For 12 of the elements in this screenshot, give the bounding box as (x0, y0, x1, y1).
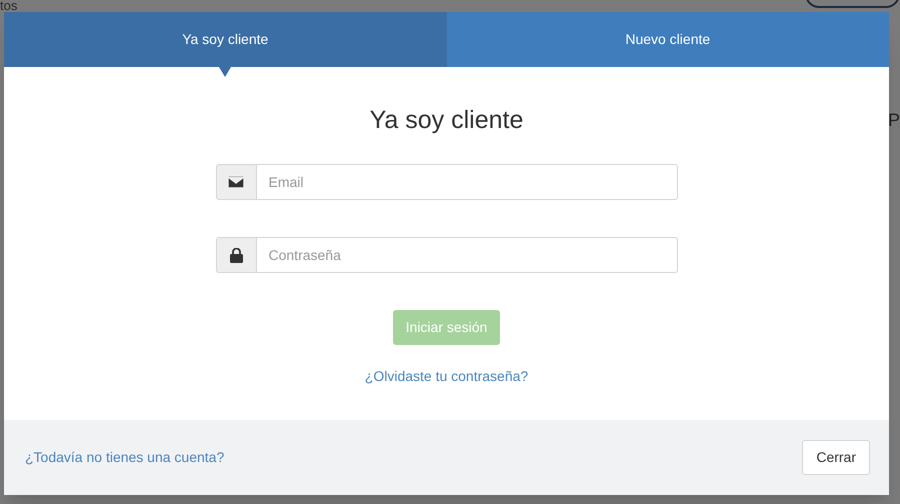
email-field[interactable]: Email (256, 164, 678, 200)
forgot-password-link[interactable]: ¿Olvidaste tu contraseña? (364, 366, 528, 387)
password-field[interactable]: Contraseña (256, 237, 678, 273)
envelope-icon (228, 176, 244, 188)
tab[interactable]: Nuevo cliente (446, 12, 889, 67)
padlock-icon (230, 248, 242, 262)
page-heading: tos (0, 0, 18, 12)
close-button[interactable]: Cerrar (802, 440, 870, 475)
signup-link[interactable]: ¿Todavía no tienes una cuenta? (25, 447, 224, 468)
column-header: P (888, 110, 900, 130)
tab-pointer (219, 67, 232, 77)
form-title: Ya soy cliente (370, 105, 524, 135)
